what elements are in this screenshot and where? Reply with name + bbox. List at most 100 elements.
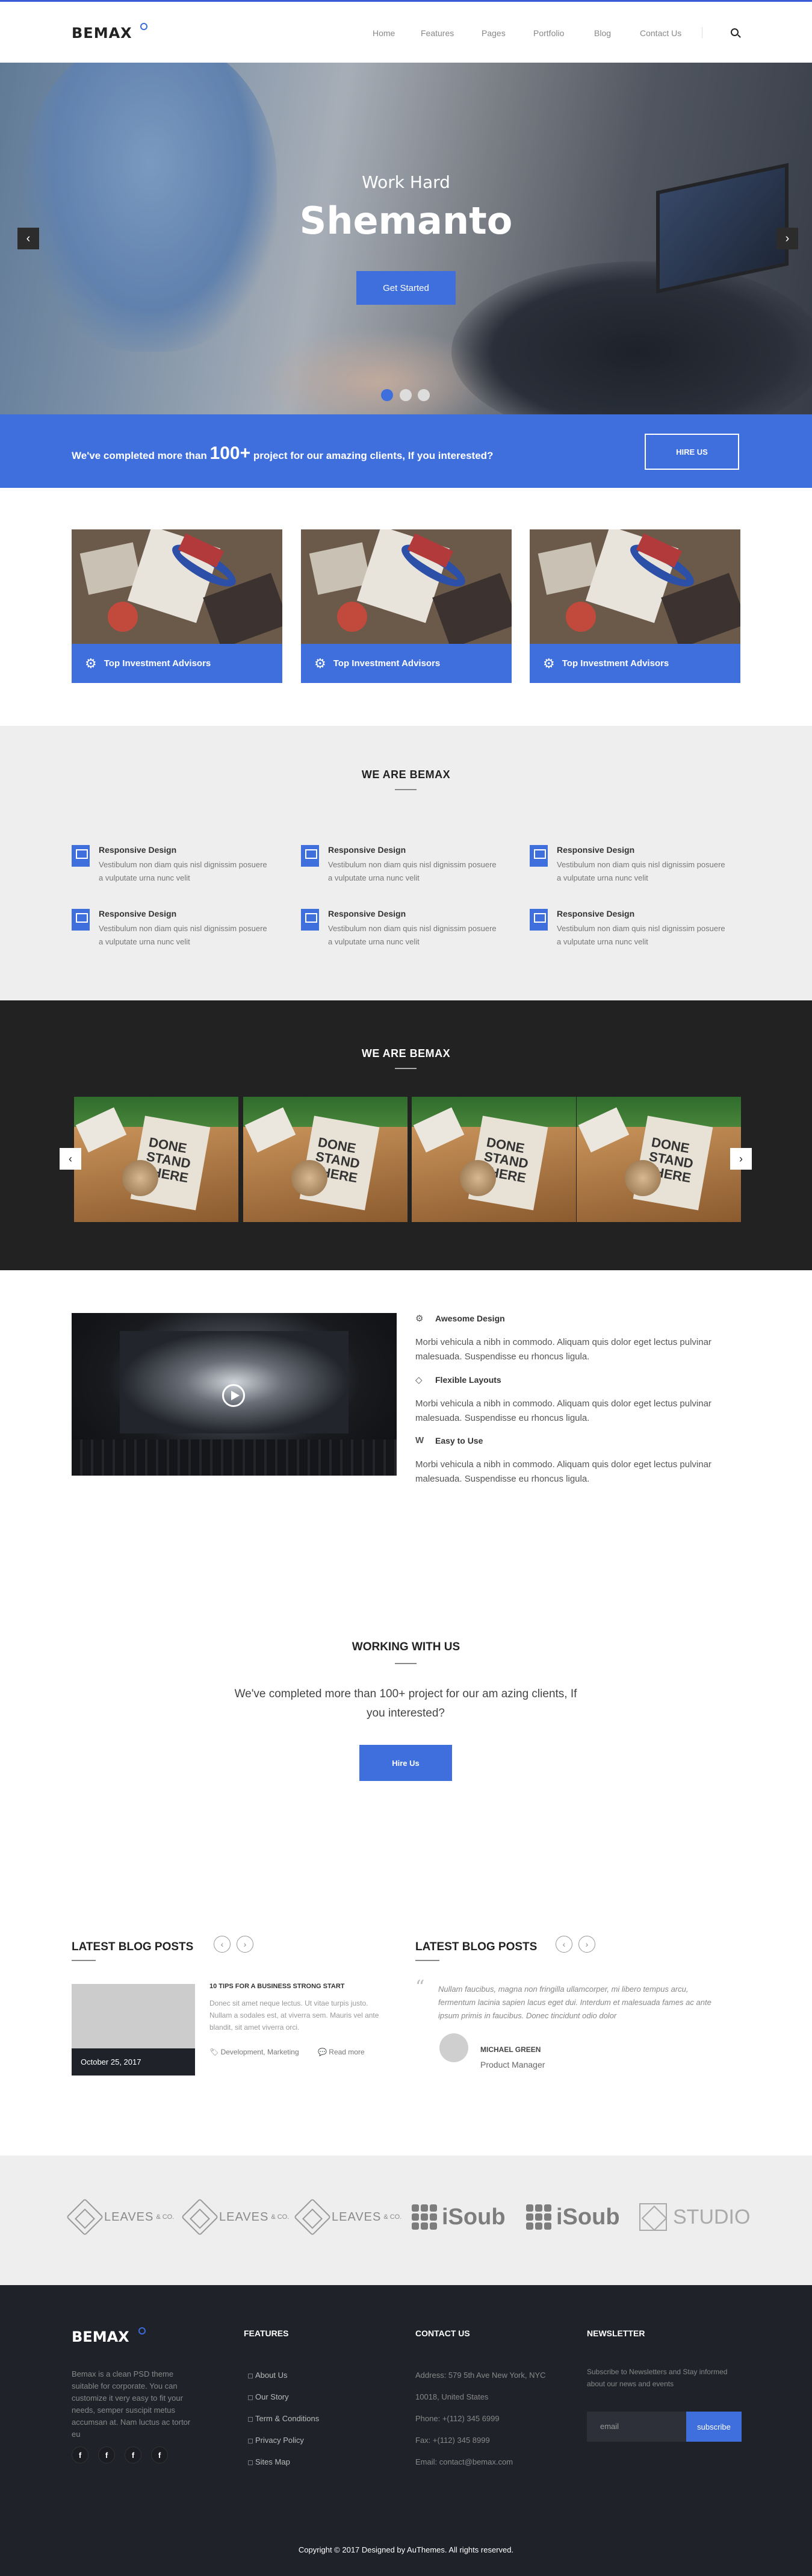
- title-underline: [395, 1663, 417, 1664]
- nav-features[interactable]: Features: [421, 28, 454, 38]
- video-feature-text: Morbi vehicula a nibh in commodo. Aliqua…: [415, 1399, 711, 1423]
- feature-title: Responsive Design: [557, 845, 635, 855]
- blog-heading: LATEST BLOG POSTS: [72, 1941, 194, 1953]
- tag-icon: 🏷: [209, 2048, 221, 2056]
- slider-dot-2[interactable]: [400, 389, 412, 401]
- service-card[interactable]: ⚙ Top Investment Advisors: [72, 529, 282, 683]
- newsletter-email-input[interactable]: email: [587, 2412, 686, 2442]
- partner-suffix: & CO.: [271, 2213, 290, 2221]
- copyright: Copyright © 2017 Designed by AuThemes. A…: [298, 2545, 514, 2554]
- gallery-slide[interactable]: DONE STAND THERE: [412, 1097, 576, 1222]
- card-image: [301, 529, 512, 644]
- blog-prev-icon[interactable]: ‹: [214, 1936, 231, 1953]
- footer-link-sitemap[interactable]: Sites Map: [248, 2457, 290, 2466]
- leaves-icon: [293, 2198, 332, 2236]
- nav-portfolio[interactable]: Portfolio: [533, 28, 564, 38]
- blog-read-more[interactable]: 💬 Read more: [318, 2048, 365, 2056]
- footer-link-about[interactable]: About Us: [247, 2371, 287, 2380]
- slider-dot-1[interactable]: [381, 389, 393, 401]
- blog-post-title[interactable]: 10 TIPS FOR A BUSINESS STRONG START: [209, 1983, 345, 1990]
- hero-prev-arrow-icon[interactable]: ‹: [17, 228, 39, 249]
- newsletter-text: Subscribe to Newsletters and Stay inform…: [587, 2368, 728, 2388]
- gallery-slide[interactable]: DONE STAND THERE: [243, 1097, 408, 1222]
- card-title: Top Investment Advisors: [562, 658, 669, 669]
- features-title: WE ARE BEMAX: [361, 769, 451, 781]
- partner-name: iSoub: [442, 2204, 506, 2230]
- working-title: WORKING WITH US: [352, 1641, 460, 1653]
- facebook-icon[interactable]: f: [72, 2447, 88, 2463]
- hero-title: Shemanto: [299, 199, 513, 243]
- isoub-icon: [412, 2204, 437, 2230]
- blog-next-icon[interactable]: ›: [237, 1936, 253, 1953]
- card-title: Top Investment Advisors: [333, 658, 441, 669]
- hire-us-button[interactable]: HIRE US: [645, 434, 739, 470]
- subscribe-button[interactable]: subscribe: [686, 2412, 742, 2442]
- testimonial-prev-icon[interactable]: ‹: [556, 1936, 572, 1953]
- video-feature-title: Flexible Layouts: [435, 1375, 501, 1385]
- footer-email[interactable]: Email: contact@bemax.com: [415, 2457, 513, 2466]
- partner-logo-leaves[interactable]: LEAVES & CO.: [66, 2198, 174, 2236]
- gears-icon: ⚙: [85, 655, 97, 671]
- facebook-icon[interactable]: f: [98, 2447, 115, 2463]
- cta-banner: We've completed more than 100+ project f…: [0, 414, 812, 488]
- gears-icon: ⚙: [543, 655, 555, 671]
- footer-link-terms[interactable]: Term & Conditions: [247, 2414, 319, 2423]
- cta-number: 100+: [209, 443, 251, 463]
- w-icon: W: [415, 1435, 424, 1445]
- logo-ring-icon: [140, 23, 147, 30]
- gallery-slide[interactable]: DONE STAND THERE: [74, 1097, 238, 1222]
- feature-title: Responsive Design: [99, 909, 177, 918]
- search-icon[interactable]: [731, 28, 739, 36]
- nav-contact[interactable]: Contact Us: [640, 28, 681, 38]
- partner-logo-leaves[interactable]: LEAVES & CO.: [181, 2198, 290, 2236]
- slider-dot-3[interactable]: [418, 389, 430, 401]
- footer-link-story[interactable]: Our Story: [248, 2392, 289, 2401]
- testimonial-quote: Nullam faucibus, magna non fringilla ull…: [438, 1985, 711, 2020]
- video-feature-text: Morbi vehicula a nibh in commodo. Aliqua…: [415, 1459, 711, 1484]
- partner-logo-isoub[interactable]: iSoub: [526, 2203, 620, 2231]
- feature-title: Responsive Design: [99, 845, 177, 855]
- get-started-button[interactable]: Get Started: [356, 271, 456, 305]
- blog-date: October 25, 2017: [72, 2048, 195, 2075]
- site-logo[interactable]: BEMAX: [72, 25, 132, 42]
- footer-link-privacy[interactable]: Privacy Policy: [248, 2436, 304, 2445]
- partner-logo-studio[interactable]: STUDIO: [639, 2203, 750, 2231]
- hero-next-arrow-icon[interactable]: ›: [776, 228, 798, 249]
- feature-title: Responsive Design: [328, 845, 406, 855]
- facebook-icon[interactable]: f: [151, 2447, 168, 2463]
- partner-name: LEAVES: [332, 2210, 382, 2224]
- video-thumbnail: [120, 1331, 349, 1433]
- service-card[interactable]: ⚙ Top Investment Advisors: [530, 529, 740, 683]
- title-underline: [395, 789, 417, 790]
- nav-blog[interactable]: Blog: [594, 28, 611, 38]
- blog-tags[interactable]: 🏷 Development, Marketing: [209, 2048, 299, 2056]
- partner-logo-isoub[interactable]: iSoub: [412, 2203, 506, 2231]
- footer-address-2: 10018, United States: [415, 2392, 489, 2401]
- gallery-slide[interactable]: DONE STAND THERE: [577, 1097, 741, 1222]
- feature-text: Vestibulum non diam quis nisl dignissim …: [557, 924, 725, 946]
- monitor-icon: [530, 845, 548, 867]
- card-caption: ⚙ Top Investment Advisors: [301, 644, 512, 683]
- footer-logo[interactable]: BEMAX: [72, 2328, 129, 2345]
- nav-home[interactable]: Home: [373, 28, 395, 38]
- quote-icon: “: [415, 1977, 425, 1998]
- play-icon[interactable]: [222, 1384, 245, 1407]
- feature-text: Vestibulum non diam quis nisl dignissim …: [557, 860, 725, 882]
- comment-icon: 💬: [318, 2048, 329, 2056]
- partner-logo-leaves[interactable]: LEAVES & CO.: [293, 2198, 402, 2236]
- feature-title: Responsive Design: [328, 909, 406, 918]
- leaves-icon: [181, 2198, 219, 2236]
- studio-icon: [639, 2203, 667, 2231]
- service-card[interactable]: ⚙ Top Investment Advisors: [301, 529, 512, 683]
- blog-thumbnail[interactable]: [72, 1984, 195, 2048]
- title-underline: [415, 1960, 439, 1961]
- cta-text-before: We've completed more than: [72, 450, 210, 461]
- gallery-next-arrow-icon[interactable]: ›: [730, 1148, 752, 1170]
- gallery-prev-arrow-icon[interactable]: ‹: [60, 1148, 81, 1170]
- testimonial-next-icon[interactable]: ›: [578, 1936, 595, 1953]
- hire-us-button-2[interactable]: Hire Us: [359, 1745, 452, 1781]
- partner-suffix: & CO.: [383, 2213, 402, 2221]
- nav-pages[interactable]: Pages: [482, 28, 506, 38]
- facebook-icon[interactable]: f: [125, 2447, 141, 2463]
- video-player[interactable]: [72, 1313, 397, 1476]
